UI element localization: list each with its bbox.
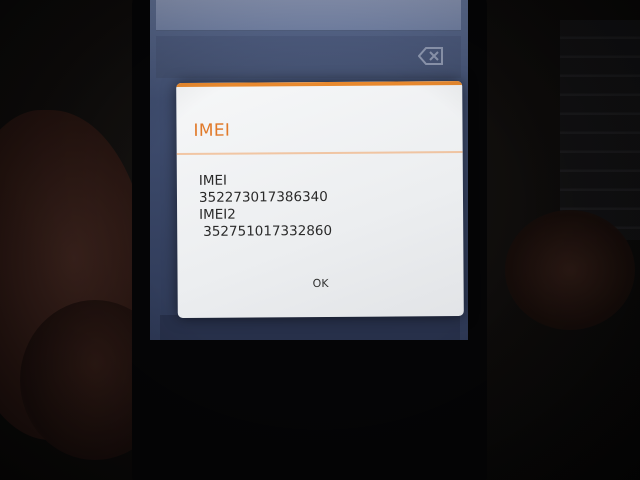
ok-button[interactable]: OK [177,266,463,302]
backspace-icon[interactable] [418,46,444,66]
imei-value: 352273017386340 [198,188,328,206]
dialer-keypad-area [160,315,460,340]
dialer-number-field [156,0,461,31]
dialer-input-row [156,36,461,78]
dialog-accent-bar [176,81,463,88]
imei2-value: 352751017332860 [203,222,333,240]
car-air-vent [560,20,640,240]
dialog-title: IMEI [193,120,231,141]
dialog-title-divider [176,151,463,155]
photo-scene: IMEI IMEI 352273017386340 IMEI2 35275101… [0,0,640,480]
hand-right [505,210,635,330]
imei-label: IMEI [198,172,228,189]
dialog-message: IMEI 352273017386340 IMEI2 3527510173328… [199,172,332,241]
imei-dialog: IMEI IMEI 352273017386340 IMEI2 35275101… [176,81,464,318]
imei2-label: IMEI2 [199,206,236,223]
